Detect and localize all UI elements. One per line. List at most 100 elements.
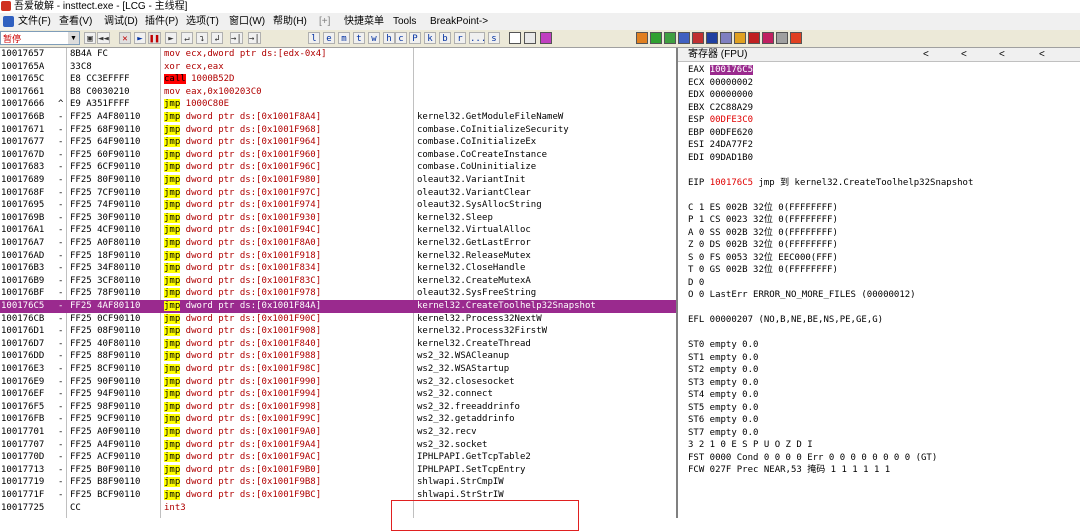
code-row[interactable]: 10017683 - FF25 6CF90110 jmp dword ptr ds:[… — [0, 161, 676, 174]
plugin-icon-11[interactable] — [776, 32, 788, 44]
memory-map-button[interactable]: m — [338, 32, 350, 44]
arrow-left-icon[interactable]: < — [961, 48, 967, 61]
register-line[interactable]: ST3 empty 0.0 — [688, 377, 758, 390]
menu-breakpoint[interactable]: BreakPoint-> — [430, 13, 488, 30]
plugin-icon-1[interactable] — [636, 32, 648, 44]
register-line[interactable]: Z 0 DS 002B 32位 0(FFFFFFFF) — [688, 239, 838, 252]
register-line[interactable]: EFL 00000207 (NO,B,NE,BE,NS,PE,GE,G) — [688, 314, 883, 327]
plugin-icon-8[interactable] — [734, 32, 746, 44]
patches-button[interactable]: P — [409, 32, 421, 44]
register-line[interactable]: EDI 09DAD1B0 — [688, 152, 753, 165]
windows-button[interactable]: w — [368, 32, 380, 44]
code-row[interactable]: 100176DD - FF25 88F90110 jmp dword ptr ds:[… — [0, 350, 676, 363]
code-row[interactable]: 10017671 - FF25 68F90110 jmp dword ptr ds:[… — [0, 124, 676, 137]
register-line[interactable]: C 1 ES 002B 32位 0(FFFFFFFF) — [688, 202, 838, 215]
register-line[interactable]: T 0 GS 002B 32位 0(FFFFFFFF) — [688, 264, 838, 277]
code-row[interactable]: 1001765C E8 CC3EFFFF call 1000B52D — [0, 73, 676, 86]
disassembly-pane[interactable]: 10017657 8B4A FC mov ecx,dword ptr ds:[edx… — [0, 48, 678, 531]
register-line[interactable]: ESP 00DFE3C0 — [688, 114, 753, 127]
app-menu-icon[interactable] — [3, 16, 14, 27]
register-line[interactable]: ST2 empty 0.0 — [688, 364, 758, 377]
register-line[interactable]: FST 0000 Cond 0 0 0 0 Err 0 0 0 0 0 0 0 … — [688, 452, 937, 465]
code-row[interactable]: 10017713 - FF25 B0F90110 jmp dword ptr ds:[… — [0, 464, 676, 477]
code-row[interactable]: 10017666 ^ E9 A351FFFF jmp 1000C80E — [0, 98, 676, 111]
code-row[interactable]: 100176FB - FF25 9CF90110 jmp dword ptr ds:[… — [0, 413, 676, 426]
menu-help[interactable]: 帮助(H) — [273, 13, 307, 30]
code-row[interactable]: 10017689 - FF25 80F90110 jmp dword ptr ds:[… — [0, 174, 676, 187]
chevron-down-icon[interactable]: ▼ — [68, 32, 79, 44]
register-line[interactable]: O 0 LastErr ERROR_NO_MORE_FILES (0000001… — [688, 289, 916, 302]
register-line[interactable]: ST1 empty 0.0 — [688, 352, 758, 365]
code-row[interactable]: 100176AD - FF25 18F90110 jmp dword ptr ds:[… — [0, 250, 676, 263]
register-line[interactable]: FCW 027F Prec NEAR,53 掩码 1 1 1 1 1 1 — [688, 464, 890, 477]
register-line[interactable]: EDX 00000000 — [688, 89, 753, 102]
code-row[interactable]: 100176E9 - FF25 90F90110 jmp dword ptr ds:[… — [0, 376, 676, 389]
register-line[interactable]: A 0 SS 002B 32位 0(FFFFFFFF) — [688, 227, 838, 240]
help-icon[interactable] — [540, 32, 552, 44]
code-row[interactable]: 100176A1 - FF25 4CF90110 jmp dword ptr ds:[… — [0, 224, 676, 237]
menu-options[interactable]: 选项(T) — [186, 13, 219, 30]
code-row[interactable]: 1001770D - FF25 ACF90110 jmp dword ptr ds:[… — [0, 451, 676, 464]
references-button[interactable]: r — [454, 32, 466, 44]
arrow-left-icon[interactable]: < — [923, 48, 929, 61]
options-icon[interactable] — [509, 32, 521, 44]
code-row[interactable]: 1001769B - FF25 30F90110 jmp dword ptr ds:[… — [0, 212, 676, 225]
register-line[interactable]: EIP 100176C5 jmp 到 kernel32.CreateToolhe… — [688, 177, 973, 190]
threads-button[interactable]: t — [353, 32, 365, 44]
code-row[interactable]: 10017677 - FF25 64F90110 jmp dword ptr ds:[… — [0, 136, 676, 149]
trace-into-icon[interactable]: ↴ — [196, 32, 208, 44]
register-line[interactable]: 3 2 1 0 E S P U O Z D I — [688, 439, 813, 452]
pause-icon[interactable]: ❚❚ — [148, 32, 161, 44]
menu-window[interactable]: 窗口(W) — [229, 13, 265, 30]
code-row[interactable]: 1001765A 33C8 xor ecx,eax — [0, 61, 676, 74]
register-line[interactable]: ST0 empty 0.0 — [688, 339, 758, 352]
menu-shortcut[interactable]: 快捷菜单 — [344, 13, 384, 30]
plugin-icon-12[interactable] — [790, 32, 802, 44]
arrow-left-icon[interactable]: < — [999, 48, 1005, 61]
code-row[interactable]: 100176B9 - FF25 3CF80110 jmp dword ptr ds:[… — [0, 275, 676, 288]
code-row[interactable]: 100176F5 - FF25 98F90110 jmp dword ptr ds:[… — [0, 401, 676, 414]
goto-icon[interactable]: →| — [248, 32, 261, 44]
selected-code-row[interactable]: 100176C5 - FF25 4AF80110 jmp dword ptr ds:[… — [0, 300, 676, 313]
log-window-button[interactable]: l — [308, 32, 320, 44]
list-icon[interactable] — [524, 32, 536, 44]
register-line[interactable]: ESI 24DA77F2 — [688, 139, 753, 152]
register-line[interactable]: ST5 empty 0.0 — [688, 402, 758, 415]
code-row[interactable]: 1001766B - FF25 A4F80110 jmp dword ptr ds:[… — [0, 111, 676, 124]
call-stack-button[interactable]: k — [424, 32, 436, 44]
breakpoints-button[interactable]: b — [439, 32, 451, 44]
code-row[interactable]: 100176D7 - FF25 40F80110 jmp dword ptr ds:[… — [0, 338, 676, 351]
menu-file[interactable]: 文件(F) — [18, 13, 51, 30]
plugin-icon-3[interactable] — [664, 32, 676, 44]
plugin-icon-7[interactable] — [720, 32, 732, 44]
code-row[interactable]: 1001767D - FF25 60F90110 jmp dword ptr ds:[… — [0, 149, 676, 162]
register-line[interactable]: S 0 FS 0053 32位 EEC000(FFF) — [688, 252, 838, 265]
execute-till-return-icon[interactable]: →| — [230, 32, 243, 44]
code-row[interactable]: 10017707 - FF25 A4F90110 jmp dword ptr ds:[… — [0, 439, 676, 452]
step-over-icon[interactable]: ↵ — [181, 32, 193, 44]
register-line[interactable]: D 0 — [688, 277, 704, 290]
register-line[interactable]: ST4 empty 0.0 — [688, 389, 758, 402]
menu-plugins[interactable]: 插件(P) — [145, 13, 178, 30]
code-row[interactable]: 100176E3 - FF25 8CF90110 jmp dword ptr ds:[… — [0, 363, 676, 376]
code-row[interactable]: 100176A7 - FF25 A0F80110 jmp dword ptr ds:[… — [0, 237, 676, 250]
menu-plus[interactable]: [+] — [319, 13, 330, 30]
plugin-icon-6[interactable] — [706, 32, 718, 44]
state-combo[interactable]: 暂停 ▼ — [0, 31, 80, 45]
restart-icon[interactable]: ◄◄ — [97, 32, 110, 44]
register-line[interactable]: ST6 empty 0.0 — [688, 414, 758, 427]
code-row[interactable]: 100176D1 - FF25 08F90110 jmp dword ptr ds:[… — [0, 325, 676, 338]
code-row[interactable]: 100176EF - FF25 94F90110 jmp dword ptr ds:[… — [0, 388, 676, 401]
register-line[interactable]: ECX 00000002 — [688, 77, 753, 90]
code-row[interactable]: 10017657 8B4A FC mov ecx,dword ptr ds:[edx… — [0, 48, 676, 61]
plugin-icon-5[interactable] — [692, 32, 704, 44]
executable-modules-button[interactable]: e — [323, 32, 335, 44]
menu-tools[interactable]: Tools — [393, 13, 416, 30]
code-row[interactable]: 10017701 - FF25 A0F90110 jmp dword ptr ds:[… — [0, 426, 676, 439]
open-icon[interactable]: ▣ — [84, 32, 96, 44]
register-line[interactable]: EAX 100176C5 — [688, 64, 754, 77]
step-into-icon[interactable]: ► — [165, 32, 177, 44]
code-row[interactable]: 10017661 B8 C0030210 mov eax,0x100203C0 — [0, 86, 676, 99]
code-row[interactable]: 10017695 - FF25 74F90110 jmp dword ptr ds:[… — [0, 199, 676, 212]
registers-pane[interactable]: 寄存器 (FPU) < < < < EAX 100176C5 ECX 000000… — [678, 48, 1080, 518]
